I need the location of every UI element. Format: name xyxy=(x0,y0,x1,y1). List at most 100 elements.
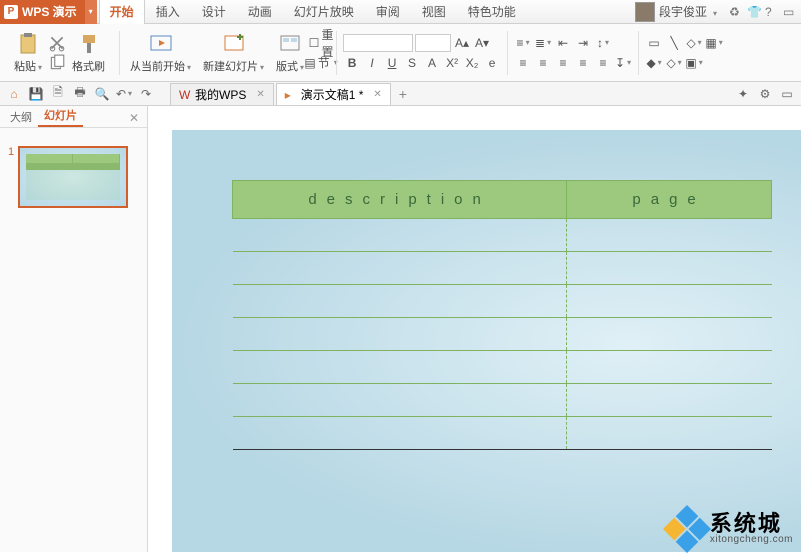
table-row[interactable] xyxy=(233,219,772,252)
separator xyxy=(336,31,337,75)
thumbnail-1[interactable]: 1 xyxy=(8,146,139,208)
align-right-icon[interactable]: ≡ xyxy=(554,54,572,72)
close-tab-icon[interactable]: ✕ xyxy=(373,89,381,100)
save-icon[interactable]: 💾 xyxy=(28,86,44,102)
shape-effects-icon[interactable]: ▣ xyxy=(685,54,703,72)
new-slide-icon xyxy=(222,32,246,56)
align-left-icon[interactable]: ≡ xyxy=(514,54,532,72)
slide-tools: ☐重置 ▤节 xyxy=(312,34,330,72)
shape-line-icon[interactable]: ╲ xyxy=(665,34,683,52)
bullets-icon[interactable]: ≡ xyxy=(514,34,532,52)
app-menu-dropdown[interactable]: ▾ xyxy=(85,0,97,24)
paste-button[interactable]: 粘贴 xyxy=(10,30,46,76)
bold-icon[interactable]: B xyxy=(343,54,361,72)
skin-icon[interactable]: ♻ xyxy=(729,5,743,19)
user-name[interactable]: 段宇俊亚 xyxy=(659,3,707,20)
ribbon: 粘贴 格式刷 从当前开始 新建幻灯片 版式 ☐重置 ▤节 xyxy=(0,24,801,82)
home-icon[interactable]: ⌂ xyxy=(6,86,22,102)
saveas-icon[interactable]: 🗎 xyxy=(50,86,66,102)
section-button[interactable]: ▤节 xyxy=(312,54,330,72)
table-row[interactable] xyxy=(233,318,772,351)
table-row[interactable] xyxy=(233,351,772,384)
grow-font-icon[interactable]: A▴ xyxy=(453,34,471,52)
preview-icon[interactable]: 🔍 xyxy=(94,86,110,102)
italic-icon[interactable]: I xyxy=(363,54,381,72)
reset-button[interactable]: ☐重置 xyxy=(312,34,330,52)
table-row[interactable] xyxy=(233,417,772,450)
undo-icon[interactable]: ↶ xyxy=(116,86,132,102)
new-slide-button[interactable]: 新建幻灯片 xyxy=(199,30,268,76)
ribbon-tabs: 开始 插入 设计 动画 幻灯片放映 审阅 视图 特色功能 xyxy=(99,0,635,24)
tab-home[interactable]: 开始 xyxy=(99,0,145,24)
copy-icon[interactable] xyxy=(48,54,66,72)
watermark-logo-icon xyxy=(663,505,711,553)
indent-inc-icon[interactable]: ⇥ xyxy=(574,34,592,52)
tab-features[interactable]: 特色功能 xyxy=(457,0,527,24)
slide-table[interactable]: description page xyxy=(232,180,772,450)
tab-design[interactable]: 设计 xyxy=(191,0,237,24)
text-direction-icon[interactable]: ↧ xyxy=(614,54,632,72)
user-dropdown-icon[interactable] xyxy=(711,5,725,19)
font-size-input[interactable] xyxy=(415,34,451,52)
help-icon[interactable]: ? xyxy=(765,5,779,19)
table-row[interactable] xyxy=(233,384,772,417)
side-tab-slides[interactable]: 幻灯片 xyxy=(38,105,83,127)
watermark: 系统城 xitongcheng.com xyxy=(670,512,793,546)
table-header-description[interactable]: description xyxy=(233,181,567,219)
app-logo-icon: P xyxy=(4,5,18,19)
close-tab-icon[interactable]: ✕ xyxy=(256,89,264,100)
tab-review[interactable]: 审阅 xyxy=(365,0,411,24)
tab-my-wps[interactable]: W 我的WPS ✕ xyxy=(170,83,274,105)
arrange-icon[interactable]: ▦ xyxy=(705,34,723,52)
font-family-input[interactable] xyxy=(343,34,413,52)
avatar[interactable] xyxy=(635,2,655,22)
redo-icon[interactable]: ↷ xyxy=(138,86,154,102)
strike-icon[interactable]: S xyxy=(403,54,421,72)
layout-icon xyxy=(278,32,302,56)
side-tab-outline[interactable]: 大纲 xyxy=(4,107,38,127)
min-icon[interactable]: ▭ xyxy=(783,5,797,19)
font-fill-icon[interactable]: A xyxy=(423,54,441,72)
line-spacing-icon[interactable]: ↕ xyxy=(594,34,612,52)
table-row[interactable] xyxy=(233,252,772,285)
tool-icon-3[interactable]: ▭ xyxy=(779,86,795,102)
underline-icon[interactable]: U xyxy=(383,54,401,72)
new-tab-button[interactable]: + xyxy=(393,86,413,102)
shrink-font-icon[interactable]: A▾ xyxy=(473,34,491,52)
layout-button[interactable]: 版式 xyxy=(272,30,308,76)
clear-format-icon[interactable]: e xyxy=(483,54,501,72)
thumbnails: 1 xyxy=(0,128,147,226)
table-row[interactable] xyxy=(233,285,772,318)
tab-document-1[interactable]: ▸ 演示文稿1 * ✕ xyxy=(276,83,391,105)
from-current-button[interactable]: 从当前开始 xyxy=(126,30,195,76)
tab-insert[interactable]: 插入 xyxy=(145,0,191,24)
tab-view[interactable]: 视图 xyxy=(411,0,457,24)
tshirt-icon[interactable]: 👕 xyxy=(747,5,761,19)
shape-outline-icon[interactable]: ◇ xyxy=(665,54,683,72)
subscript-icon[interactable]: X₂ xyxy=(463,54,481,72)
tab-slideshow[interactable]: 幻灯片放映 xyxy=(283,0,365,24)
tool-icon-2[interactable]: ⚙ xyxy=(757,86,773,102)
align-justify-icon[interactable]: ≡ xyxy=(574,54,592,72)
app-badge[interactable]: P WPS 演示 xyxy=(0,0,85,24)
indent-dec-icon[interactable]: ⇤ xyxy=(554,34,572,52)
print-icon[interactable]: 🖶 xyxy=(72,86,88,102)
shape-more-icon[interactable]: ◇ xyxy=(685,34,703,52)
distribute-icon[interactable]: ≡ xyxy=(594,54,612,72)
table-header-page[interactable]: page xyxy=(567,181,772,219)
cut-icon[interactable] xyxy=(48,34,66,52)
format-painter-button[interactable]: 格式刷 xyxy=(68,30,109,76)
tab-animation[interactable]: 动画 xyxy=(237,0,283,24)
close-panel-icon[interactable]: ✕ xyxy=(125,109,143,127)
reset-icon: ☐ xyxy=(309,36,320,50)
slide-1[interactable]: description page xyxy=(172,130,801,552)
title-bar: P WPS 演示 ▾ 开始 插入 设计 动画 幻灯片放映 审阅 视图 特色功能 … xyxy=(0,0,801,24)
superscript-icon[interactable]: X² xyxy=(443,54,461,72)
slide-canvas[interactable]: description page xyxy=(148,106,801,552)
separator xyxy=(119,31,120,75)
shape-rect-icon[interactable]: ▭ xyxy=(645,34,663,52)
shape-fill-icon[interactable]: ◆ xyxy=(645,54,663,72)
numbering-icon[interactable]: ≣ xyxy=(534,34,552,52)
tool-icon-1[interactable]: ✦ xyxy=(735,86,751,102)
align-center-icon[interactable]: ≡ xyxy=(534,54,552,72)
